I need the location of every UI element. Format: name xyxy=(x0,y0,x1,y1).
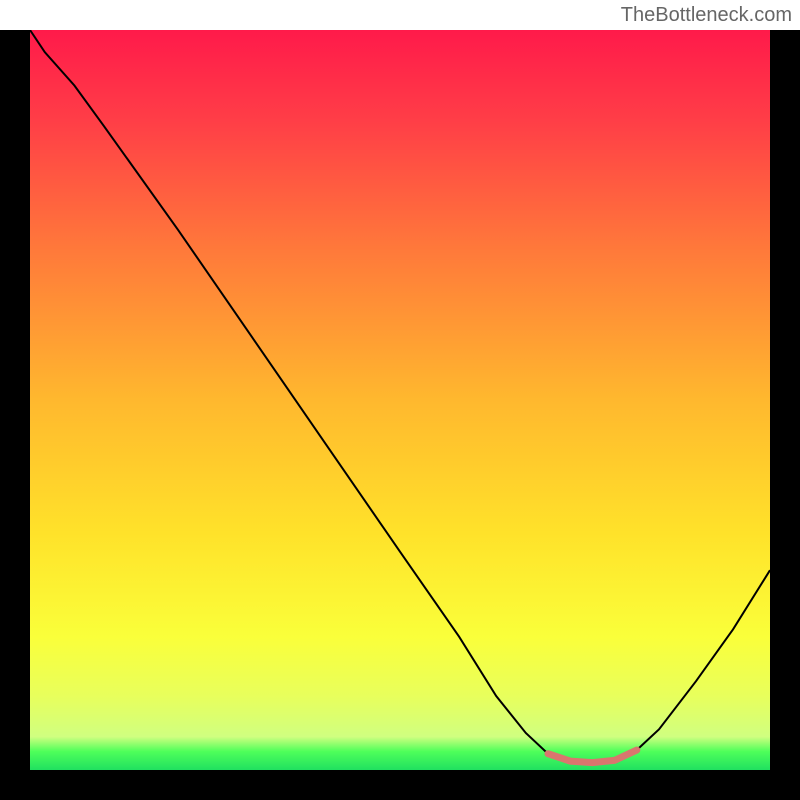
watermark-text: TheBottleneck.com xyxy=(621,4,792,27)
chart-container xyxy=(0,30,800,800)
frame-bottom xyxy=(0,770,800,800)
plot-background-gradient xyxy=(30,30,770,770)
frame-right xyxy=(770,30,800,800)
bottleneck-chart xyxy=(0,30,800,800)
frame-left xyxy=(0,30,30,800)
